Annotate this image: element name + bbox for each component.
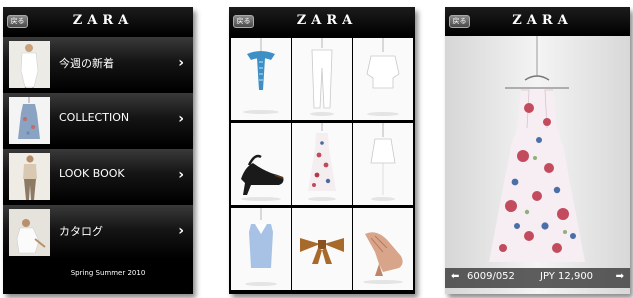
tan-platform-sandal-icon bbox=[363, 232, 403, 284]
grid-item[interactable] bbox=[231, 208, 291, 290]
product-code: 6009/052 bbox=[467, 271, 515, 282]
product-price: JPY 12,900 bbox=[540, 271, 594, 282]
product-detail-screen: 戻る ZARA ⬅ 6009/052 JPY 12,900 ➡ bbox=[445, 7, 630, 294]
menu-item-look-book[interactable]: LOOK BOOK › bbox=[3, 149, 193, 203]
white-trousers-icon bbox=[310, 38, 334, 116]
menu-item-label: 今週の新着 bbox=[59, 57, 114, 70]
menu-screen: 戻る ZARA 今週の新着 › COLLECTION › LOOK BOOK ›… bbox=[3, 7, 193, 294]
menu-item-label: LOOK BOOK bbox=[59, 167, 125, 180]
floral-dress-image bbox=[489, 36, 585, 262]
arrow-left-icon[interactable]: ⬅ bbox=[451, 271, 459, 282]
model-thumbnail bbox=[9, 41, 50, 88]
grid-item[interactable] bbox=[231, 38, 291, 120]
grid-item[interactable] bbox=[292, 38, 352, 120]
chevron-right-icon: › bbox=[178, 55, 184, 71]
product-info-bar: ⬅ 6009/052 JPY 12,900 ➡ bbox=[445, 268, 630, 288]
grid-item[interactable] bbox=[353, 123, 413, 205]
arrow-right-icon[interactable]: ➡ bbox=[616, 271, 624, 282]
grid-item[interactable] bbox=[292, 208, 352, 290]
menu-item-catalog[interactable]: カタログ › bbox=[3, 205, 193, 259]
floral-dress-icon bbox=[308, 123, 336, 201]
product-image-area[interactable]: ⬅ 6009/052 JPY 12,900 ➡ bbox=[445, 36, 630, 294]
product-grid-screen: 戻る ZARA bbox=[229, 7, 415, 294]
grid-item[interactable] bbox=[292, 123, 352, 205]
top-bar: 戻る ZARA bbox=[3, 7, 193, 36]
product-grid bbox=[229, 38, 415, 294]
brown-bow-belt-icon bbox=[300, 238, 344, 264]
blue-scarf-icon bbox=[243, 38, 279, 114]
white-skirt-icon bbox=[370, 123, 396, 201]
grid-item[interactable] bbox=[353, 38, 413, 120]
season-label: Spring Summer 2010 bbox=[70, 269, 146, 277]
model-thumbnail bbox=[9, 209, 50, 256]
menu-item-label: カタログ bbox=[59, 225, 103, 238]
grid-item[interactable] bbox=[353, 208, 413, 290]
chevron-right-icon: › bbox=[178, 111, 184, 127]
grid-item[interactable] bbox=[231, 123, 291, 205]
menu-item-new-arrivals[interactable]: 今週の新着 › bbox=[3, 37, 193, 91]
blue-dress-icon bbox=[245, 208, 277, 286]
top-bar: 戻る ZARA bbox=[445, 7, 630, 36]
chevron-right-icon: › bbox=[178, 223, 184, 239]
top-bar: 戻る ZARA bbox=[229, 7, 415, 36]
menu-item-label: COLLECTION bbox=[59, 111, 130, 124]
dress-thumbnail bbox=[9, 97, 50, 144]
black-slingback-shoe-icon bbox=[241, 154, 284, 201]
brand-logo: ZARA bbox=[296, 13, 358, 28]
brand-logo: ZARA bbox=[512, 13, 573, 28]
white-blouse-icon bbox=[366, 38, 400, 116]
chevron-right-icon: › bbox=[178, 167, 184, 183]
menu-item-collection[interactable]: COLLECTION › bbox=[3, 93, 193, 147]
model-thumbnail bbox=[9, 153, 50, 200]
brand-logo: ZARA bbox=[72, 13, 134, 28]
